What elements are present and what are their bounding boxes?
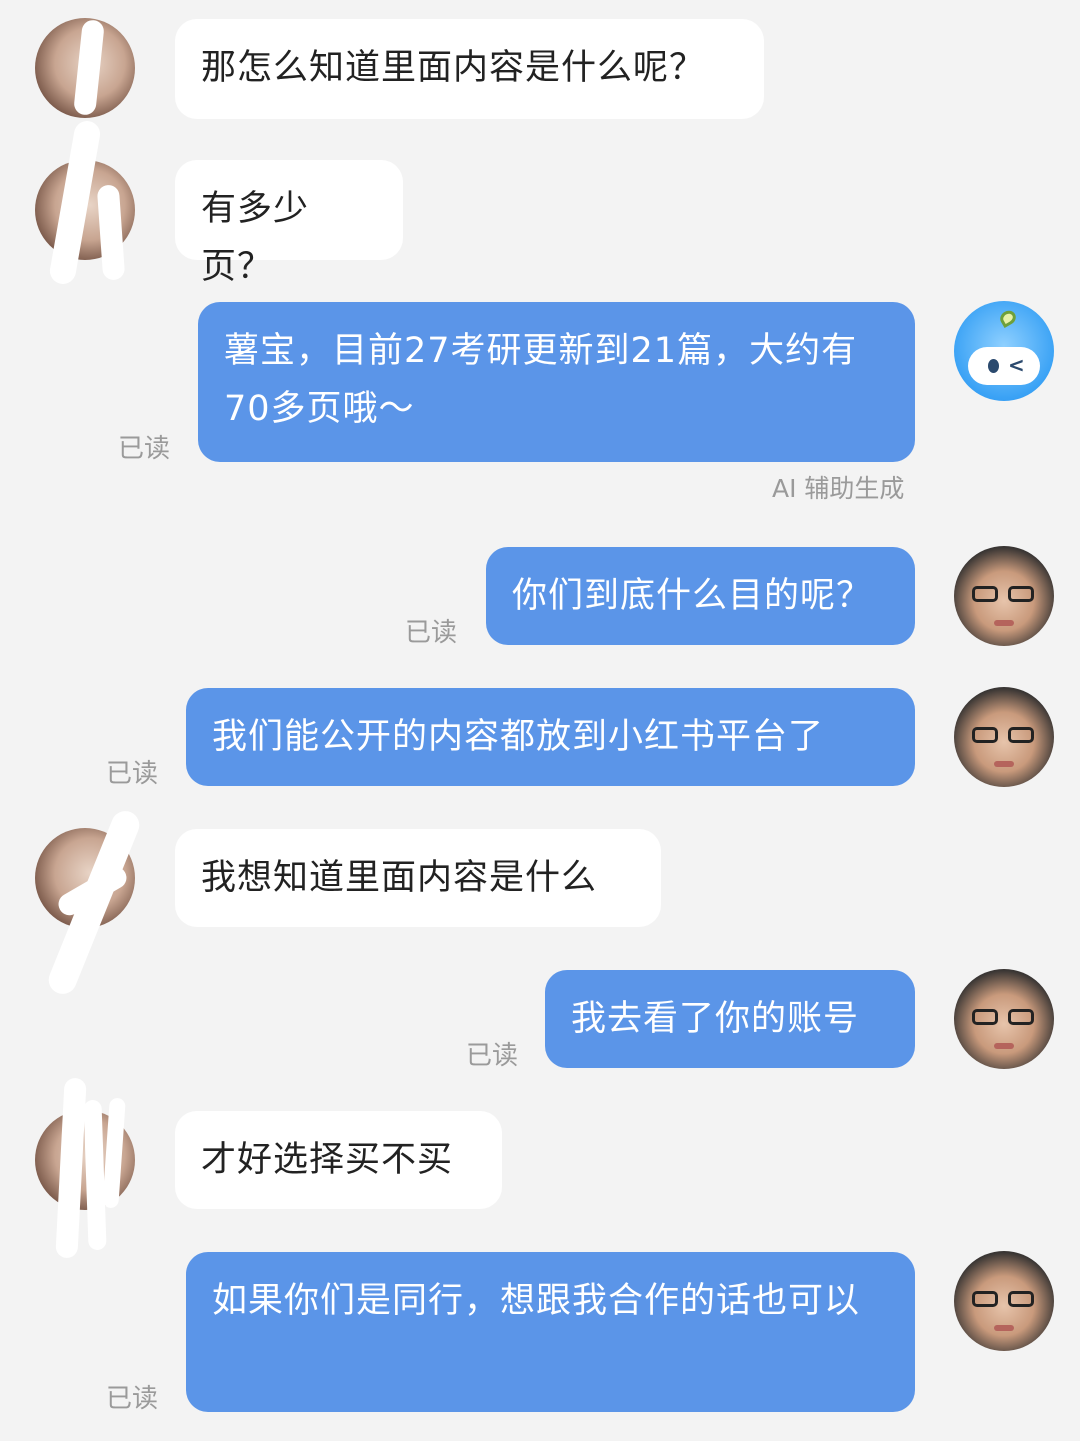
user-avatar[interactable] — [954, 1251, 1054, 1351]
user-avatar[interactable] — [954, 969, 1054, 1069]
message-text: 那怎么知道里面内容是什么呢？ — [201, 48, 706, 88]
message-bubble-outgoing[interactable]: 薯宝，目前27考研更新到21篇，大约有70多页哦～ — [198, 302, 915, 462]
redaction-scribble — [55, 1077, 87, 1259]
glasses-icon — [972, 586, 1036, 604]
message-bubble-outgoing[interactable]: 你们到底什么目的呢？ — [486, 547, 915, 645]
message-bubble-incoming[interactable]: 有多少页？ — [175, 160, 403, 287]
message-text: 我想知道里面内容是什么 — [201, 858, 598, 898]
user-avatar[interactable] — [954, 687, 1054, 787]
message-bubble-outgoing[interactable]: 如果你们是同行，想跟我合作的话也可以 — [186, 1252, 915, 1412]
message-text: 你们到底什么目的呢？ — [512, 576, 873, 616]
message-bubble-incoming[interactable]: 那怎么知道里面内容是什么呢？ — [175, 19, 764, 119]
read-status: 已读 — [106, 1384, 159, 1414]
message-text: 我去看了你的账号 — [571, 999, 860, 1039]
glasses-icon — [972, 1291, 1036, 1309]
message-bubble-outgoing[interactable]: 我们能公开的内容都放到小红书平台了 — [186, 688, 915, 786]
read-status: 已读 — [118, 434, 171, 464]
bot-avatar-icon[interactable]: < — [954, 301, 1054, 401]
message-text: 我们能公开的内容都放到小红书平台了 — [212, 717, 825, 757]
user-avatar[interactable] — [954, 546, 1054, 646]
glasses-icon — [972, 727, 1036, 745]
read-status: 已读 — [405, 618, 458, 648]
message-text: 薯宝，目前27考研更新到21篇，大约有70多页哦～ — [224, 331, 858, 429]
message-text: 有多少页？ — [201, 189, 310, 287]
bot-face-icon: < — [968, 347, 1040, 385]
read-status: 已读 — [466, 1041, 519, 1071]
message-bubble-incoming[interactable]: 才好选择买不买 — [175, 1111, 502, 1209]
read-status: 已读 — [106, 759, 159, 789]
mouth-shape — [994, 1325, 1014, 1331]
message-text: 才好选择买不买 — [201, 1140, 454, 1180]
message-bubble-incoming[interactable]: 我想知道里面内容是什么 — [175, 829, 661, 927]
glasses-icon — [972, 1009, 1036, 1027]
mouth-shape — [994, 620, 1014, 626]
mouth-shape — [994, 761, 1014, 767]
message-bubble-outgoing[interactable]: 我去看了你的账号 — [545, 970, 915, 1068]
message-text: 如果你们是同行，想跟我合作的话也可以 — [212, 1281, 861, 1321]
bot-eye-icon — [988, 359, 999, 373]
ai-generated-note: AI 辅助生成 — [772, 474, 905, 503]
sprout-icon — [997, 307, 1019, 329]
bot-wink-icon: < — [1008, 353, 1025, 377]
mouth-shape — [994, 1043, 1014, 1049]
